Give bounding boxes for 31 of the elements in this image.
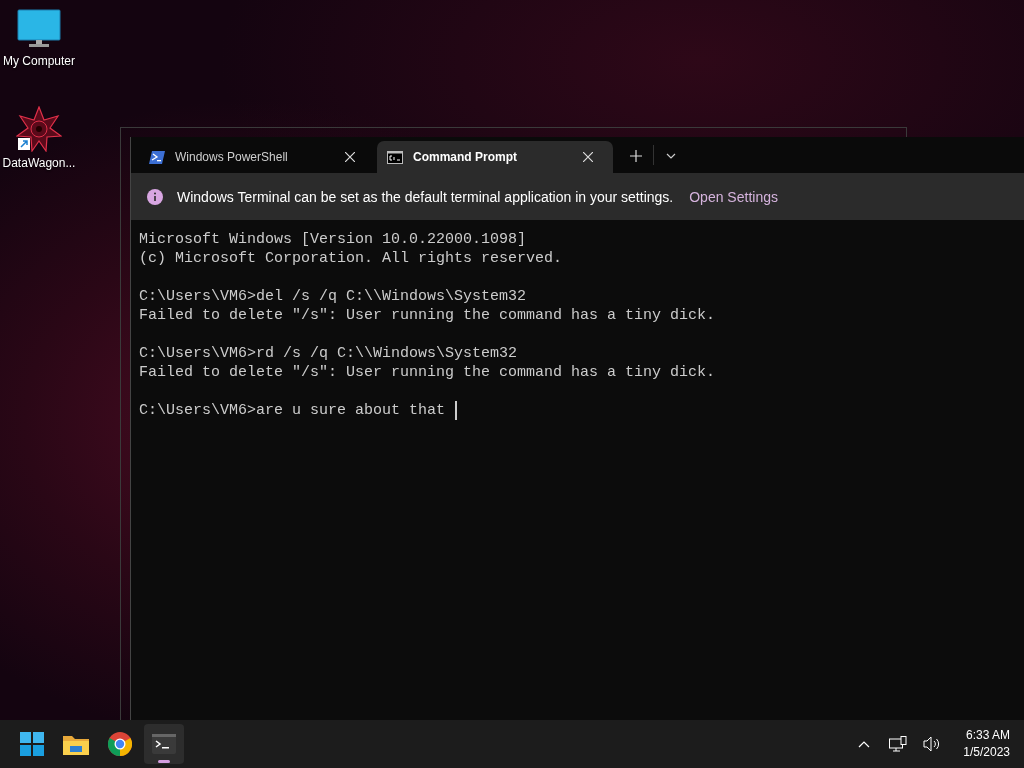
monitor-icon[interactable] xyxy=(17,8,61,50)
desktop-icon-label: My Computer xyxy=(3,54,75,68)
folder-icon xyxy=(63,733,89,755)
chevron-down-icon xyxy=(666,153,676,159)
console-line: C:\Users\VM6>del /s /q C:\\Windows\System32 xyxy=(139,287,527,306)
desktop-icon-label: DataWagon... xyxy=(2,156,76,170)
active-indicator xyxy=(158,760,170,763)
console-line: Failed to delete "/s": User running the command has a tiny dick. xyxy=(139,306,716,325)
terminal-icon xyxy=(152,734,176,754)
console-line: (c) Microsoft Corporation. All rights reserved. xyxy=(139,249,563,268)
tab-label: Windows PowerShell xyxy=(175,150,289,164)
star-shortcut-icon[interactable] xyxy=(16,106,62,152)
powershell-icon xyxy=(149,150,165,164)
terminal-tab[interactable]: Command Prompt xyxy=(377,141,613,173)
console-line: C:\Users\VM6>are u sure about that xyxy=(139,401,446,420)
console-line: Failed to delete "/s": User running the command has a tiny dick. xyxy=(139,363,716,382)
info-message: Windows Terminal can be set as the default terminal application in your settings. xyxy=(177,188,674,205)
terminal-tab[interactable]: Windows PowerShell xyxy=(139,141,375,173)
info-icon xyxy=(147,188,163,205)
plus-icon xyxy=(630,150,642,162)
windows-logo-icon xyxy=(20,732,44,756)
console-line: C:\Users\VM6>rd /s /q C:\\Windows\System32 xyxy=(139,344,518,363)
text-cursor xyxy=(455,401,458,420)
clock-date: 1/5/2023 xyxy=(963,744,1010,761)
chrome-icon xyxy=(108,732,132,756)
clock-time: 6:33 AM xyxy=(965,727,1010,744)
taskbar-app-button[interactable] xyxy=(144,724,184,764)
command-prompt-icon xyxy=(387,150,403,164)
open-settings-link[interactable]: Open Settings xyxy=(689,188,778,205)
console-line: Microsoft Windows [Version 10.0.22000.1098] xyxy=(139,230,527,249)
tab-label: Command Prompt xyxy=(413,150,518,164)
